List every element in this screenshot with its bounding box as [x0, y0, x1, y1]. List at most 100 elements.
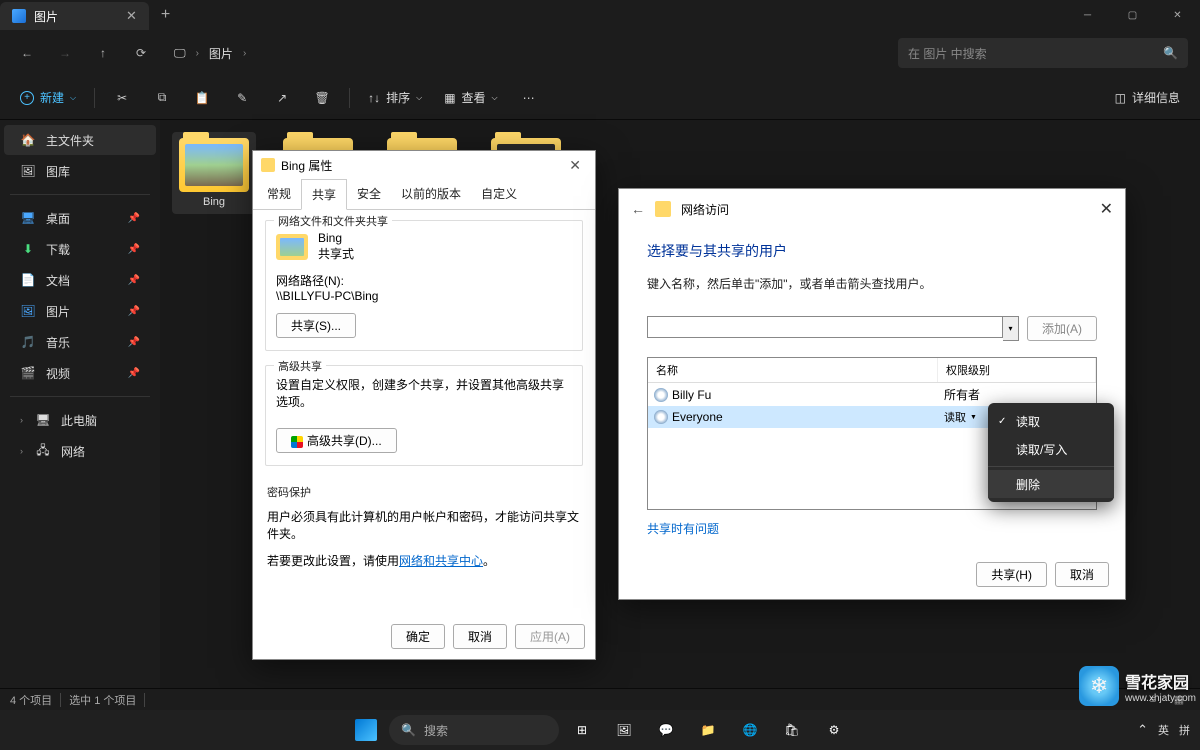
- sidebar-thispc[interactable]: ›🖥此电脑: [4, 405, 156, 435]
- sidebar-gallery[interactable]: 🖼图库: [4, 156, 156, 186]
- search-box[interactable]: 在 图片 中搜索 🔍: [898, 38, 1188, 68]
- back-button[interactable]: ←: [12, 38, 42, 68]
- sidebar-network[interactable]: ›🖧网络: [4, 436, 156, 466]
- snowflake-icon: [1079, 666, 1119, 706]
- trouble-link[interactable]: 共享时有问题: [647, 520, 719, 537]
- tab-general[interactable]: 常规: [257, 179, 301, 209]
- permission-dropdown[interactable]: 读取: [944, 409, 977, 425]
- col-permission[interactable]: 权限级别: [938, 358, 1096, 382]
- sidebar-downloads[interactable]: ⬇下载📌: [4, 234, 156, 264]
- apply-button[interactable]: 应用(A): [515, 624, 585, 649]
- tab-close-icon[interactable]: ✕: [126, 8, 137, 24]
- cancel-button[interactable]: 取消: [1055, 562, 1109, 587]
- task-view-button[interactable]: ⊞: [563, 712, 601, 748]
- taskbar-app[interactable]: 💬: [647, 712, 685, 748]
- chevron-right-icon: ›: [20, 415, 23, 425]
- sort-button[interactable]: ↑↓ 排序 ⌵: [360, 83, 430, 113]
- search-icon: 🔍: [1163, 46, 1178, 60]
- ok-button[interactable]: 确定: [391, 624, 445, 649]
- view-button[interactable]: ▦ 查看 ⌵: [436, 83, 505, 113]
- menu-read[interactable]: 读取: [988, 407, 1114, 435]
- sidebar-home[interactable]: 🏠主文件夹: [4, 125, 156, 155]
- back-icon[interactable]: ←: [631, 201, 645, 217]
- taskbar-app[interactable]: 🖼: [605, 712, 643, 748]
- minimize-button[interactable]: ─: [1065, 0, 1110, 30]
- taskbar-edge[interactable]: 🌐: [731, 712, 769, 748]
- more-button[interactable]: ⋯: [512, 83, 546, 113]
- network-access-dialog: ← 网络访问 ✕ 选择要与其共享的用户 键入名称，然后单击"添加"，或者单击箭头…: [618, 188, 1126, 600]
- window-tab[interactable]: 图片 ✕: [0, 2, 149, 30]
- folder-item[interactable]: Bing: [172, 132, 256, 214]
- dropdown-button[interactable]: ▾: [1003, 316, 1019, 341]
- tray-chevron-icon[interactable]: ⌃: [1137, 722, 1148, 738]
- close-icon[interactable]: ✕: [563, 157, 587, 174]
- address-bar[interactable]: 🖵 › 图片 ›: [164, 45, 256, 62]
- share-name: Bing: [318, 231, 354, 245]
- delete-button[interactable]: 🗑: [305, 83, 339, 113]
- ime-indicator[interactable]: 英: [1158, 722, 1169, 738]
- forward-button[interactable]: →: [50, 38, 80, 68]
- folder-icon: [179, 138, 249, 192]
- start-button[interactable]: [347, 712, 385, 748]
- close-button[interactable]: ✕: [1155, 0, 1200, 30]
- pin-icon: 📌: [128, 306, 140, 317]
- pictures-icon: 🖼: [20, 303, 36, 319]
- folder-name: Bing: [203, 196, 225, 208]
- navigation-bar: ← → ↑ ⟳ 🖵 › 图片 › 在 图片 中搜索 🔍: [0, 30, 1200, 76]
- selection-count: 选中 1 个项目: [69, 692, 136, 708]
- sidebar-documents[interactable]: 📄文档📌: [4, 265, 156, 295]
- user-input[interactable]: [647, 316, 1003, 338]
- menu-remove[interactable]: 删除: [988, 470, 1114, 498]
- share-button[interactable]: 共享(S)...: [276, 313, 356, 338]
- dialog-hint: 键入名称，然后单击"添加"，或者单击箭头查找用户。: [647, 275, 1097, 292]
- new-tab-button[interactable]: +: [149, 0, 182, 30]
- sidebar-desktop[interactable]: 🖥桌面📌: [4, 203, 156, 233]
- plus-circle-icon: +: [20, 91, 34, 105]
- taskbar-search[interactable]: 🔍搜索: [389, 715, 559, 745]
- menu-readwrite[interactable]: 读取/写入: [988, 435, 1114, 463]
- user-combo: ▾ 添加(A): [647, 316, 1097, 341]
- properties-dialog: Bing 属性 ✕ 常规 共享 安全 以前的版本 自定义 网络文件和文件夹共享 …: [252, 150, 596, 660]
- maximize-button[interactable]: ▢: [1110, 0, 1155, 30]
- tab-sharing[interactable]: 共享: [301, 179, 347, 210]
- advanced-share-button[interactable]: 高级共享(D)...: [276, 428, 397, 453]
- share-confirm-button[interactable]: 共享(H): [976, 562, 1047, 587]
- close-icon[interactable]: ✕: [1100, 199, 1113, 219]
- dialog-footer: 确定 取消 应用(A): [391, 624, 585, 649]
- sidebar-videos[interactable]: 🎬视频📌: [4, 358, 156, 388]
- tab-previous[interactable]: 以前的版本: [391, 179, 471, 209]
- group-icon: [654, 410, 668, 424]
- search-placeholder: 在 图片 中搜索: [908, 45, 987, 62]
- cancel-button[interactable]: 取消: [453, 624, 507, 649]
- chevron-right-icon: ›: [243, 48, 246, 59]
- details-pane-button[interactable]: ◫ 详细信息: [1107, 83, 1188, 113]
- tab-customize[interactable]: 自定义: [471, 179, 527, 209]
- new-button[interactable]: + 新建 ⌵: [12, 83, 84, 113]
- add-button[interactable]: 添加(A): [1027, 316, 1097, 341]
- refresh-button[interactable]: ⟳: [126, 38, 156, 68]
- taskbar-store[interactable]: 🛍: [773, 712, 811, 748]
- rename-button[interactable]: ✎: [225, 83, 259, 113]
- netpath-value: \\BILLYFU-PC\Bing: [276, 289, 572, 303]
- ime-mode[interactable]: 拼: [1179, 722, 1190, 738]
- dialog-heading: 选择要与其共享的用户: [647, 241, 1097, 261]
- col-name[interactable]: 名称: [648, 358, 938, 382]
- tab-security[interactable]: 安全: [347, 179, 391, 209]
- breadcrumb-segment[interactable]: 图片: [209, 45, 233, 62]
- pwd-line2: 若要更改此设置，请使用网络和共享中心。: [267, 552, 581, 569]
- gallery-icon: 🖼: [20, 163, 36, 179]
- network-center-link[interactable]: 网络和共享中心: [399, 554, 483, 568]
- dialog-titlebar[interactable]: Bing 属性 ✕: [253, 151, 595, 179]
- share-button[interactable]: ↗: [265, 83, 299, 113]
- copy-button[interactable]: ⧉: [145, 83, 179, 113]
- up-button[interactable]: ↑: [88, 38, 118, 68]
- taskbar-explorer[interactable]: 📁: [689, 712, 727, 748]
- taskbar-settings[interactable]: ⚙: [815, 712, 853, 748]
- sidebar-music[interactable]: 🎵音乐📌: [4, 327, 156, 357]
- pc-icon: 🖥: [35, 412, 51, 428]
- network-share-group: 网络文件和文件夹共享 Bing 共享式 网络路径(N): \\BILLYFU-P…: [265, 220, 583, 351]
- cut-button[interactable]: ✂: [105, 83, 139, 113]
- paste-button[interactable]: 📋: [185, 83, 219, 113]
- sidebar-pictures[interactable]: 🖼图片📌: [4, 296, 156, 326]
- taskbar: 🔍搜索 ⊞ 🖼 💬 📁 🌐 🛍 ⚙ ⌃ 英 拼: [0, 710, 1200, 750]
